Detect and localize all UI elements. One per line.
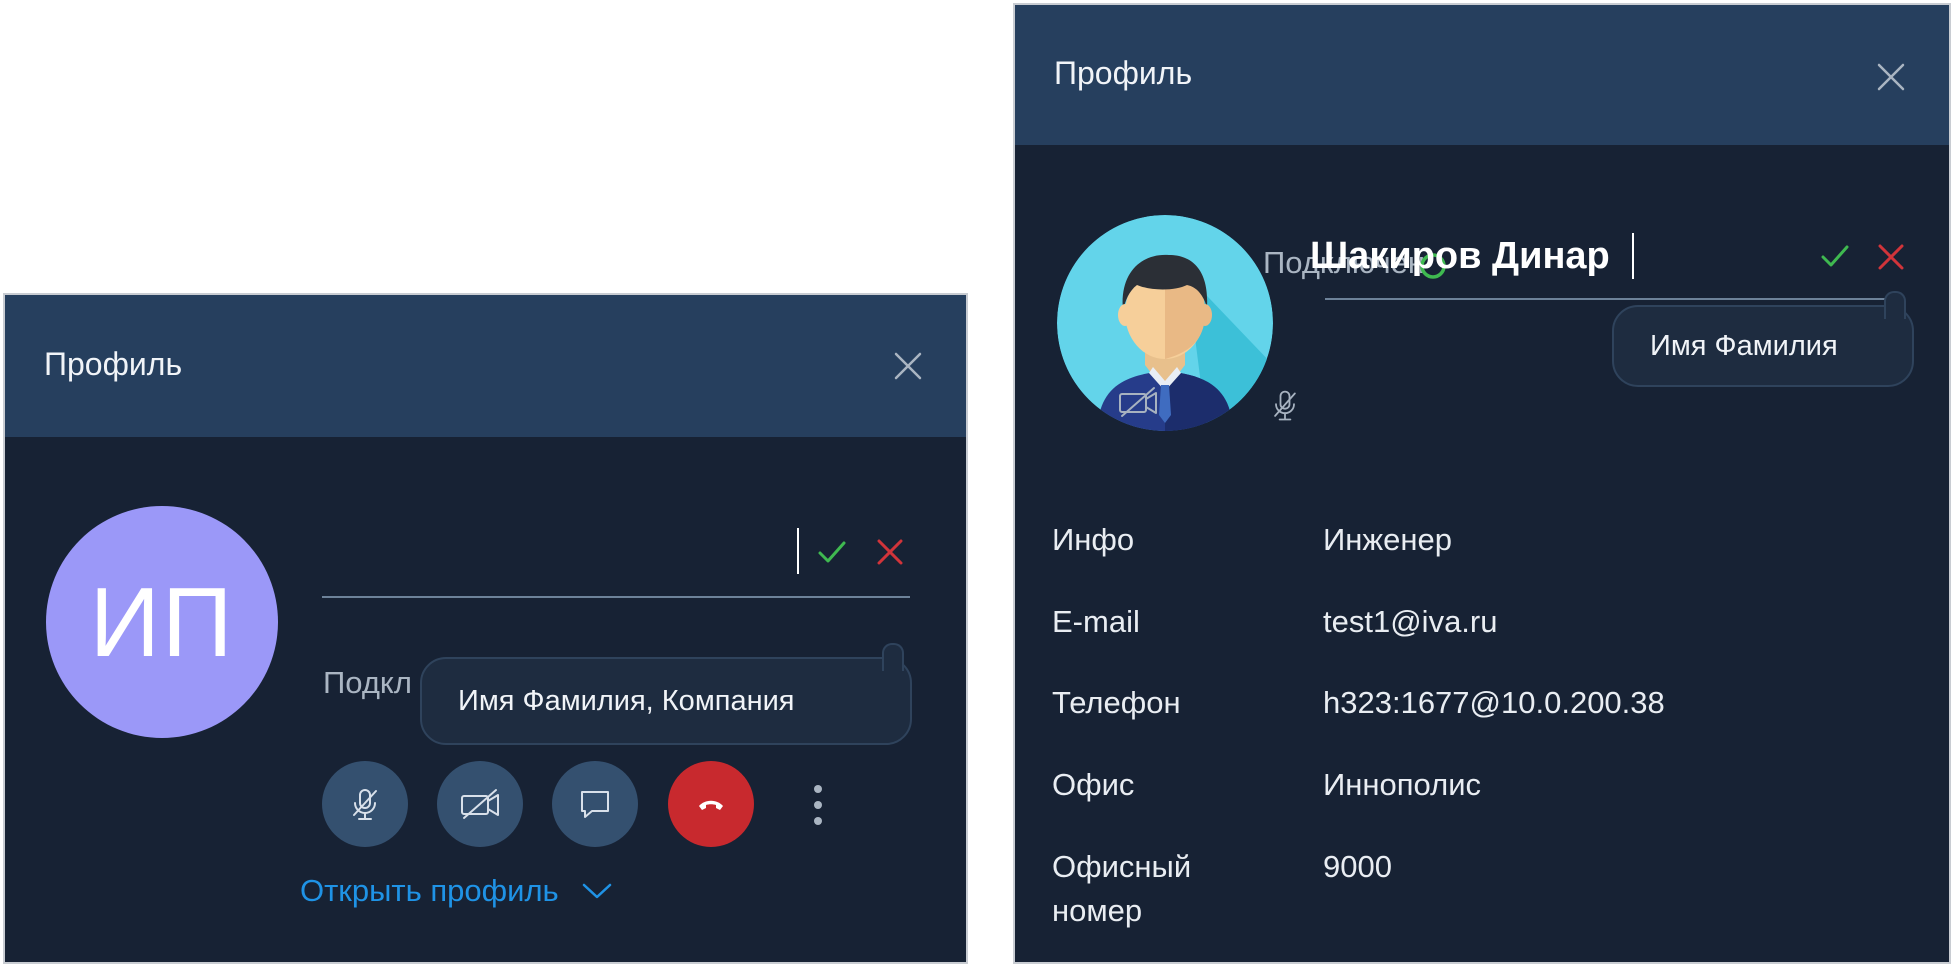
tooltip-text: Имя Фамилия — [1650, 329, 1838, 362]
user-avatar-illustration — [1057, 215, 1273, 431]
office-number-label: Офисный номер — [1052, 849, 1192, 928]
camera-button[interactable] — [437, 761, 523, 847]
mic-off-icon — [353, 789, 377, 820]
office-label: Офис — [1052, 767, 1135, 802]
camera-button[interactable] — [1116, 382, 1160, 422]
office-number-value: 9000 — [1323, 849, 1392, 884]
cancel-icon — [1878, 244, 1904, 270]
hangup-button[interactable] — [668, 761, 754, 847]
phone-label: Телефон — [1052, 685, 1181, 720]
cancel-edit-button[interactable] — [1874, 240, 1908, 274]
close-icon — [894, 352, 922, 380]
panel-title: Профиль — [1054, 55, 1193, 91]
close-button[interactable] — [888, 346, 928, 386]
panel-title: Профиль — [44, 346, 183, 382]
avatar: ИП — [46, 506, 278, 738]
open-profile-link[interactable]: Открыть профиль — [300, 873, 613, 909]
mute-button[interactable] — [322, 761, 408, 847]
more-button[interactable] — [808, 775, 828, 835]
tooltip-text: Имя Фамилия, Компания — [458, 684, 795, 717]
check-icon — [1821, 245, 1849, 267]
info-label: Инфо — [1052, 522, 1135, 557]
email-label: E-mail — [1052, 604, 1140, 639]
name-underline — [322, 596, 910, 598]
info-value: Инженер — [1323, 522, 1452, 557]
avatar — [1057, 215, 1273, 431]
check-icon — [818, 541, 846, 563]
more-icon — [814, 785, 822, 825]
accept-button[interactable] — [814, 534, 850, 570]
text-caret — [1632, 233, 1634, 279]
email-value[interactable]: test1@iva.ru — [1323, 600, 1497, 644]
open-profile-label: Открыть профиль — [300, 873, 559, 908]
name-format-tooltip: Имя Фамилия, Компания — [420, 643, 912, 745]
mute-button[interactable] — [1267, 385, 1303, 427]
cancel-edit-button[interactable] — [873, 535, 907, 569]
hangup-icon — [699, 800, 723, 810]
chevron-down-icon — [582, 883, 611, 899]
panel-header: Профиль — [5, 295, 966, 437]
chat-button[interactable] — [552, 761, 638, 847]
close-icon — [1877, 63, 1905, 91]
name-underline — [1325, 298, 1890, 300]
camera-off-icon — [461, 789, 499, 819]
status-text: Подкл — [323, 665, 412, 700]
profile-popup-compact: Профиль ИП Подкл — [3, 293, 968, 964]
office-value: Иннополис — [1323, 767, 1482, 802]
phone-value[interactable]: h323:1677@10.0.200.38 — [1323, 681, 1665, 725]
name-input[interactable]: Шакиров Динар — [1310, 228, 1640, 284]
close-button[interactable] — [1871, 57, 1911, 97]
accept-button[interactable] — [1817, 238, 1853, 274]
name-input[interactable]: Петров, НТЦ Интеграция — [322, 236, 802, 292]
mic-off-icon — [1274, 390, 1296, 421]
panel-header: Профиль — [1015, 5, 1949, 145]
text-caret — [797, 528, 799, 574]
chat-icon — [581, 791, 609, 818]
profile-popup-expanded: Профиль Подключен — [1013, 3, 1951, 964]
cancel-icon — [877, 539, 903, 565]
camera-off-icon — [1119, 387, 1157, 417]
name-format-tooltip: Имя Фамилия — [1612, 291, 1914, 387]
